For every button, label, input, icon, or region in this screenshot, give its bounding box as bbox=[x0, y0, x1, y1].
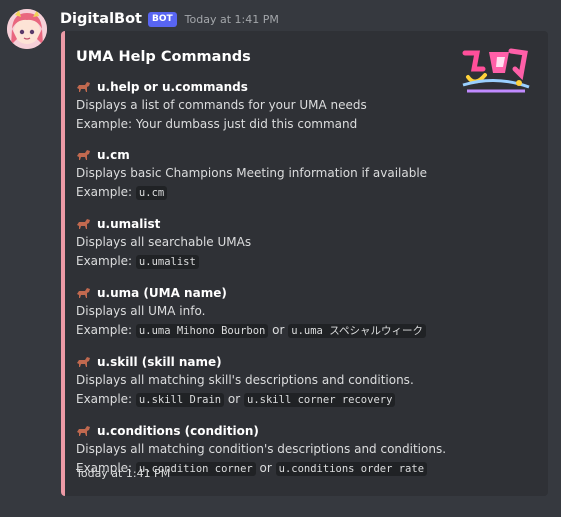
command-name: u.conditions (condition) bbox=[97, 424, 259, 438]
command-description: Displays all matching condition's descri… bbox=[76, 442, 447, 456]
or-text: or bbox=[268, 323, 289, 337]
inline-code: u.skill Drain bbox=[135, 393, 225, 407]
embed-footer: Today at 1:41 PM bbox=[76, 467, 171, 480]
inline-code: u.conditions order rate bbox=[275, 462, 428, 476]
horse-icon bbox=[77, 150, 90, 160]
command-description: Displays all matching skill's descriptio… bbox=[76, 373, 414, 387]
bot-avatar[interactable] bbox=[7, 9, 47, 49]
bot-badge: BOT bbox=[148, 11, 177, 27]
command-description: Displays all searchable UMAs bbox=[76, 235, 252, 249]
command-help: u.help or u.commands Displays a list of … bbox=[76, 78, 456, 134]
inline-code: u.uma スペシャルウィーク bbox=[288, 324, 426, 338]
command-name: u.uma (UMA name) bbox=[97, 286, 227, 300]
example-label: Example: bbox=[76, 392, 136, 406]
command-name: u.cm bbox=[97, 148, 130, 162]
example-label: Example: bbox=[76, 185, 136, 199]
command-name: u.skill (skill name) bbox=[97, 355, 222, 369]
message-timestamp: Today at 1:41 PM bbox=[184, 12, 279, 26]
avatar-image bbox=[7, 9, 47, 49]
example-label: Example: bbox=[76, 323, 136, 337]
command-example: Example: u.cm bbox=[76, 183, 456, 203]
embed-title: UMA Help Commands bbox=[76, 49, 251, 65]
example-label: Example: bbox=[76, 254, 136, 268]
or-text: or bbox=[255, 461, 276, 475]
command-description: Displays basic Champions Meeting informa… bbox=[76, 166, 428, 180]
command-umalist: u.umalist Displays all searchable UMAs E… bbox=[76, 215, 456, 272]
horse-icon bbox=[77, 82, 90, 92]
command-description: Displays a list of commands for your UMA… bbox=[76, 98, 367, 112]
inline-code: u.umalist bbox=[135, 255, 199, 269]
command-cm: u.cm Displays basic Champions Meeting in… bbox=[76, 146, 456, 203]
uma-musume-logo bbox=[462, 48, 530, 93]
message-header: DigitalBot BOT Today at 1:41 PM bbox=[60, 9, 279, 29]
command-name: u.help or u.commands bbox=[97, 80, 248, 94]
command-skill: u.skill (skill name) Displays all matchi… bbox=[76, 353, 456, 410]
command-example: Example: Your dumbass just did this comm… bbox=[76, 117, 358, 131]
horse-icon bbox=[77, 219, 90, 229]
inline-code: u.uma Mihono Bourbon bbox=[135, 324, 269, 338]
command-uma: u.uma (UMA name) Displays all UMA info. … bbox=[76, 284, 456, 341]
command-example: Example: u.umalist bbox=[76, 252, 456, 272]
username[interactable]: DigitalBot bbox=[60, 11, 142, 27]
command-example: Example: u.uma Mihono Bourbon or u.uma ス… bbox=[76, 321, 456, 341]
or-text: or bbox=[224, 392, 245, 406]
command-list: u.help or u.commands Displays a list of … bbox=[76, 78, 456, 491]
horse-icon bbox=[77, 426, 90, 436]
horse-icon bbox=[77, 357, 90, 367]
horse-icon bbox=[77, 288, 90, 298]
command-example: Example: u.skill Drain or u.skill corner… bbox=[76, 390, 456, 410]
command-name: u.umalist bbox=[97, 217, 161, 231]
command-description: Displays all UMA info. bbox=[76, 304, 206, 318]
inline-code: u.skill corner recovery bbox=[244, 393, 396, 407]
inline-code: u.cm bbox=[135, 186, 168, 200]
help-embed: UMA Help Commands u.help or u.commands D… bbox=[61, 31, 548, 496]
